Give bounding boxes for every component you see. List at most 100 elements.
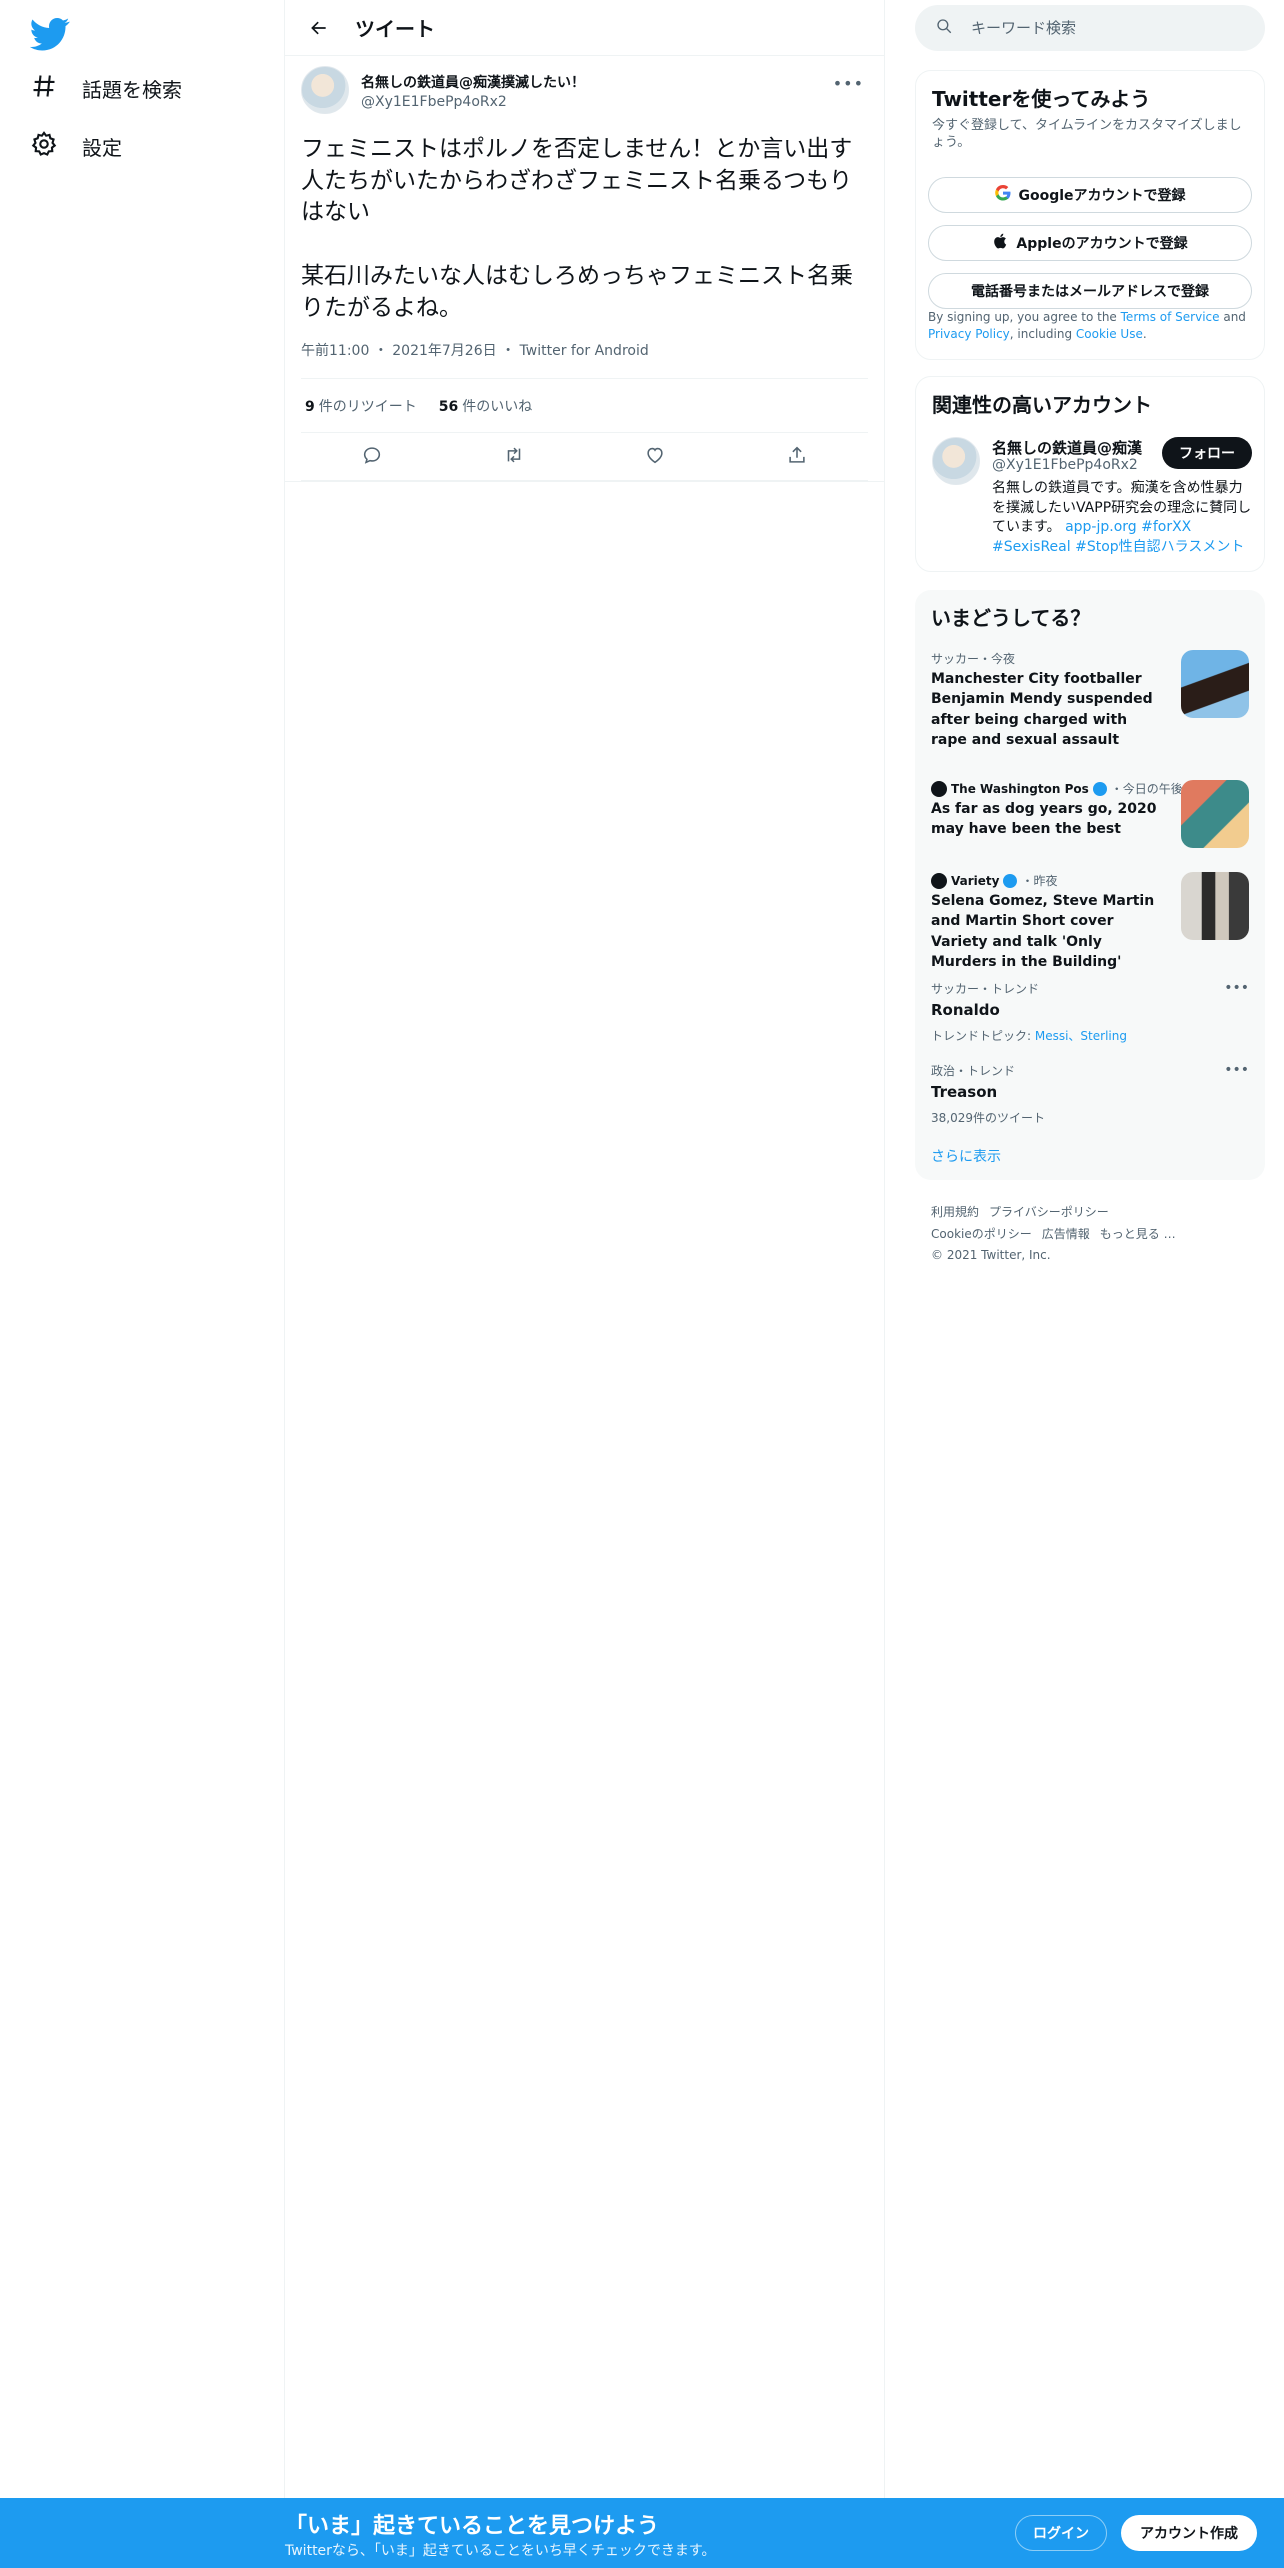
search-bar[interactable]	[915, 5, 1265, 51]
verified-badge-icon	[1092, 781, 1107, 796]
legal-text: , including	[1009, 326, 1076, 341]
back-arrow-icon[interactable]	[301, 10, 337, 46]
legal-text: By signing up, you agree to the	[928, 310, 1121, 324]
author-handle[interactable]: @Xy1E1FbePp4oRx2	[361, 94, 585, 110]
author-display-name[interactable]: 名無しの鉄道員@痴漢撲滅したい！	[361, 72, 585, 92]
bottom-bar-headline: 「いま」起きていることを見つけよう	[285, 2514, 660, 2539]
trend-item[interactable]: 政治・トレンド Treason 38,029件のツイート •••	[931, 1062, 1249, 1126]
trend-topic-links[interactable]: Messi、Sterling	[1035, 1029, 1127, 1043]
trend-headline: Manchester City footballer Benjamin Mend…	[931, 671, 1153, 748]
gear-icon	[30, 130, 58, 163]
meta-separator: ・	[501, 343, 516, 360]
footer-link[interactable]: プライバシーポリシー	[989, 1205, 1109, 1219]
search-input[interactable]	[971, 19, 1231, 37]
variety-logo-icon	[931, 872, 947, 889]
like-count: 56	[438, 398, 459, 415]
trend-subtext: トレンドトピック: Messi、Sterling	[931, 1027, 1249, 1044]
nav-settings[interactable]: 設定	[30, 121, 122, 171]
trend-headline: As far as dog years go, 2020 may have be…	[931, 801, 1157, 838]
trend-time: ・昨夜	[1021, 874, 1058, 888]
related-account-name[interactable]: 名無しの鉄道員@痴漢撲滅したい！	[992, 437, 1142, 458]
trend-item[interactable]: The Washington Pos ・今日の午後 As far as dog …	[931, 780, 1249, 848]
privacy-link[interactable]: Privacy Policy	[928, 327, 1010, 341]
retweet-count: 9	[305, 398, 315, 415]
footer-link[interactable]: Cookieのポリシー	[931, 1227, 1032, 1241]
trend-name: Ronaldo	[931, 1001, 1000, 1019]
main-column: ツイート 名無しの鉄道員@痴漢撲滅したい！ @Xy1E1FbePp4oRx2 •…	[285, 0, 885, 2498]
trend-thumbnail	[1181, 650, 1249, 718]
cookie-link[interactable]: Cookie Use	[1076, 327, 1143, 341]
tweet-client[interactable]: Twitter for Android	[520, 343, 649, 359]
tweet-date[interactable]: 2021年7月26日	[392, 343, 496, 359]
signup-card: Twitterを使ってみよう 今すぐ登録して、タイムラインをカスタマイズしましょ…	[915, 70, 1265, 360]
reply-icon[interactable]	[361, 444, 383, 470]
avatar[interactable]	[932, 437, 980, 485]
tweet-author: 名無しの鉄道員@痴漢撲滅したい！ @Xy1E1FbePp4oRx2 •••	[301, 66, 868, 122]
trends-card: いまどうしてる？ サッカー・今夜 Manchester City footbal…	[915, 590, 1265, 1180]
trend-thumbnail	[1181, 872, 1249, 940]
trend-name: Treason	[931, 1083, 998, 1101]
bottom-bar-subtext: Twitterなら、「いま」起きていることをいち早くチェックできます。	[285, 2543, 716, 2559]
trends-card-title: いまどうしてる？	[931, 606, 1091, 630]
retweet-count-label: 件のリツイート	[318, 398, 417, 415]
bio-link[interactable]: app-jp.org	[1065, 519, 1137, 535]
footer-link[interactable]: 広告情報	[1042, 1227, 1090, 1241]
related-account-bio: 名無しの鉄道員です。痴漢を含め性暴力を撲滅したいVAPP研究会の理念に賛同してい…	[992, 479, 1254, 557]
login-button[interactable]: ログイン	[1015, 2515, 1107, 2551]
trend-item[interactable]: サッカー・トレンド Ronaldo トレンドトピック: Messi、Sterli…	[931, 980, 1249, 1044]
twitter-logo-icon[interactable]	[29, 14, 70, 54]
apple-signup-label: Appleのアカウントで登録	[1016, 236, 1188, 252]
footer-link[interactable]: もっと見る …	[1100, 1227, 1176, 1241]
nav-settings-label: 設定	[82, 135, 122, 160]
follow-button[interactable]: フォロー	[1162, 437, 1252, 469]
related-accounts-card: 関連性の高いアカウント 名無しの鉄道員@痴漢撲滅したい！ @Xy1E1FbePp…	[915, 376, 1265, 572]
tweet-text: フェミニストはポルノを否定しません！とか言い出す人たちがいたからわざわざフェミニ…	[301, 136, 853, 321]
tweet-actions	[301, 433, 868, 482]
trend-thumbnail	[1181, 780, 1249, 848]
terms-link[interactable]: Terms of Service	[1121, 310, 1220, 324]
page-header: ツイート	[285, 0, 884, 56]
avatar[interactable]	[301, 66, 349, 114]
trend-time: ・今日の午後	[1110, 782, 1183, 796]
share-icon[interactable]	[786, 444, 808, 470]
google-signup-button[interactable]: Googleアカウントで登録	[928, 177, 1252, 213]
legal-text: .	[1142, 326, 1147, 341]
phone-email-signup-button[interactable]: 電話番号またはメールアドレスで登録	[928, 273, 1252, 309]
trend-subtext-label: トレンドトピック:	[931, 1029, 1035, 1043]
trend-category: サッカー・トレンド	[931, 982, 1040, 996]
retweet-icon[interactable]	[503, 444, 525, 470]
footer-link[interactable]: 利用規約	[931, 1205, 979, 1219]
divider	[285, 481, 884, 483]
like-count-link[interactable]: 56 件のいいね	[439, 396, 532, 416]
nav-explore[interactable]: 話題を検索	[30, 63, 182, 113]
trend-item[interactable]: サッカー・今夜 Manchester City footballer Benja…	[931, 650, 1249, 750]
washington-post-logo-icon	[931, 780, 947, 797]
trend-category: 政治・トレンド	[931, 1064, 1016, 1078]
verified-badge-icon	[1003, 873, 1018, 888]
trend-source-name: The Washington Pos	[951, 781, 1089, 796]
like-heart-icon[interactable]	[644, 444, 666, 470]
trend-headline: Selena Gomez, Steve Martin and Martin Sh…	[931, 893, 1155, 970]
tweet-time[interactable]: 午前11:00	[301, 343, 369, 359]
more-options-icon[interactable]: •••	[1224, 980, 1249, 996]
trend-item[interactable]: Variety ・昨夜 Selena Gomez, Steve Martin a…	[931, 872, 1249, 972]
signup-card-title: Twitterを使ってみよう	[932, 87, 1151, 111]
left-sidebar: 話題を検索 設定	[0, 0, 285, 2498]
google-signup-label: Googleアカウントで登録	[1018, 188, 1186, 204]
related-card-title: 関連性の高いアカウント	[932, 393, 1152, 417]
page-title: ツイート	[355, 17, 435, 41]
show-more-link[interactable]: さらに表示	[931, 1146, 1001, 1166]
tweet-stats: 9 件のリツイート 56 件のいいね	[301, 379, 868, 434]
tweet-meta: 午前11:00 ・ 2021年7月26日 ・ Twitter for Andro…	[301, 340, 868, 380]
apple-signup-button[interactable]: Appleのアカウントで登録	[928, 225, 1252, 261]
create-account-button[interactable]: アカウント作成	[1121, 2515, 1257, 2551]
meta-separator: ・	[373, 343, 388, 360]
apple-logo-icon	[992, 232, 1010, 254]
hashtag-icon	[30, 72, 58, 105]
more-options-icon[interactable]: •••	[1224, 1062, 1249, 1078]
more-options-icon[interactable]: •••	[833, 74, 864, 93]
retweet-count-link[interactable]: 9 件のリツイート	[305, 396, 417, 416]
related-account-handle[interactable]: @Xy1E1FbePp4oRx2	[992, 457, 1138, 473]
nav-explore-label: 話題を検索	[82, 77, 182, 102]
phone-email-signup-label: 電話番号またはメールアドレスで登録	[971, 284, 1209, 300]
